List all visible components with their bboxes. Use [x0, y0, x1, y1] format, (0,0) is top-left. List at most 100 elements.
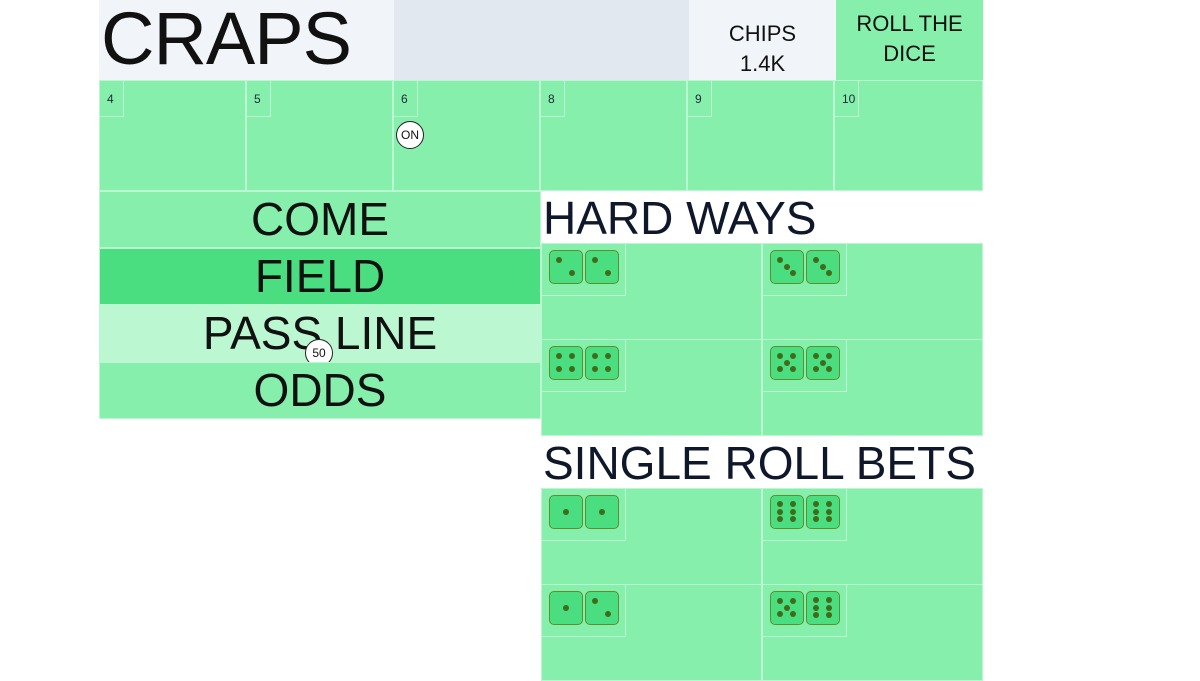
single-roll-bet[interactable] — [762, 488, 983, 585]
die-pip — [776, 597, 783, 604]
die-pip — [790, 500, 797, 507]
point-label: 4 — [100, 81, 124, 117]
dice-label — [763, 585, 847, 637]
die-pip — [776, 516, 783, 523]
hard-ways-bet[interactable] — [541, 243, 762, 340]
single-roll-title: SINGLE ROLL BETS — [541, 438, 983, 488]
single-roll-bet[interactable] — [541, 488, 762, 585]
chips-display: CHIPS 1.4K — [689, 0, 836, 80]
die-pip — [812, 352, 819, 359]
page-title: CRAPS — [101, 0, 352, 80]
die-pip — [569, 366, 576, 373]
title-cell: CRAPS — [99, 0, 394, 80]
die-pip — [555, 352, 562, 359]
point-box-5[interactable]: 5 — [246, 80, 393, 191]
point-label: 6 — [394, 81, 418, 117]
die-pip — [783, 359, 790, 366]
die-pip — [790, 366, 797, 373]
die-pip — [812, 366, 819, 373]
single-roll-bet[interactable] — [541, 584, 762, 681]
die-pip — [826, 596, 833, 603]
die-icon — [770, 495, 804, 529]
point-box-4[interactable]: 4 — [99, 80, 246, 191]
point-box-9[interactable]: 9 — [687, 80, 834, 191]
die-pip — [555, 256, 562, 263]
point-label: 5 — [247, 81, 271, 117]
die-pip — [826, 352, 833, 359]
die-pip — [812, 256, 819, 263]
die-pip — [569, 352, 576, 359]
die-icon — [585, 250, 619, 284]
die-pip — [819, 263, 826, 270]
header-spacer — [394, 0, 689, 80]
hard-ways-title: HARD WAYS — [541, 193, 983, 243]
die-icon — [549, 346, 583, 380]
die-pip — [605, 270, 612, 277]
single-roll-bet[interactable] — [762, 584, 983, 681]
die-pip — [790, 508, 797, 515]
die-icon — [770, 591, 804, 625]
die-pip — [591, 352, 598, 359]
die-pip — [605, 366, 612, 373]
die-pip — [605, 611, 612, 618]
roll-dice-button[interactable]: ROLL THE DICE — [836, 0, 983, 80]
die-icon — [549, 250, 583, 284]
die-icon — [770, 346, 804, 380]
die-pip — [826, 612, 833, 619]
die-icon — [806, 250, 840, 284]
die-pip — [776, 611, 783, 618]
odds-label: ODDS — [253, 364, 387, 416]
roll-dice-label: ROLL THE DICE — [856, 11, 963, 66]
come-bet[interactable]: COME — [99, 191, 541, 248]
die-pip — [591, 366, 598, 373]
die-pip — [826, 516, 833, 523]
die-pip — [826, 500, 833, 507]
die-icon — [770, 250, 804, 284]
dice-label — [542, 585, 626, 637]
come-label: COME — [251, 193, 389, 245]
die-pip — [783, 604, 790, 611]
die-icon — [549, 591, 583, 625]
die-pip — [569, 270, 576, 277]
die-icon — [806, 591, 840, 625]
point-label: 9 — [688, 81, 712, 117]
die-icon — [806, 346, 840, 380]
point-label: 10 — [835, 81, 859, 117]
dice-label — [542, 340, 626, 392]
odds-bet[interactable]: ODDS — [99, 362, 541, 419]
dice-label — [763, 340, 847, 392]
die-pip — [591, 597, 598, 604]
hard-ways-bet[interactable] — [541, 339, 762, 436]
die-pip — [605, 352, 612, 359]
on-puck: ON — [396, 121, 424, 149]
die-pip — [783, 263, 790, 270]
point-box-6[interactable]: 6 ON — [393, 80, 540, 191]
chips-value: 1.4K — [739, 51, 786, 76]
dice-label — [542, 244, 626, 296]
field-bet[interactable]: FIELD — [99, 248, 541, 305]
point-box-8[interactable]: 8 — [540, 80, 687, 191]
hard-ways-bet[interactable] — [762, 339, 983, 436]
die-pip — [826, 366, 833, 373]
die-icon — [585, 495, 619, 529]
die-pip — [812, 596, 819, 603]
die-pip — [812, 508, 819, 515]
die-pip — [826, 604, 833, 611]
dice-label — [763, 489, 847, 541]
hard-ways-bet[interactable] — [762, 243, 983, 340]
die-pip — [790, 597, 797, 604]
dice-label — [542, 489, 626, 541]
die-pip — [790, 352, 797, 359]
die-pip — [776, 366, 783, 373]
die-pip — [812, 516, 819, 523]
die-icon — [549, 495, 583, 529]
die-pip — [591, 256, 598, 263]
die-pip — [598, 508, 605, 515]
die-pip — [776, 500, 783, 507]
die-pip — [790, 270, 797, 277]
point-box-10[interactable]: 10 — [834, 80, 983, 191]
chips-label: CHIPS — [728, 21, 797, 46]
field-label: FIELD — [254, 250, 386, 302]
die-pip — [826, 270, 833, 277]
die-icon — [585, 346, 619, 380]
